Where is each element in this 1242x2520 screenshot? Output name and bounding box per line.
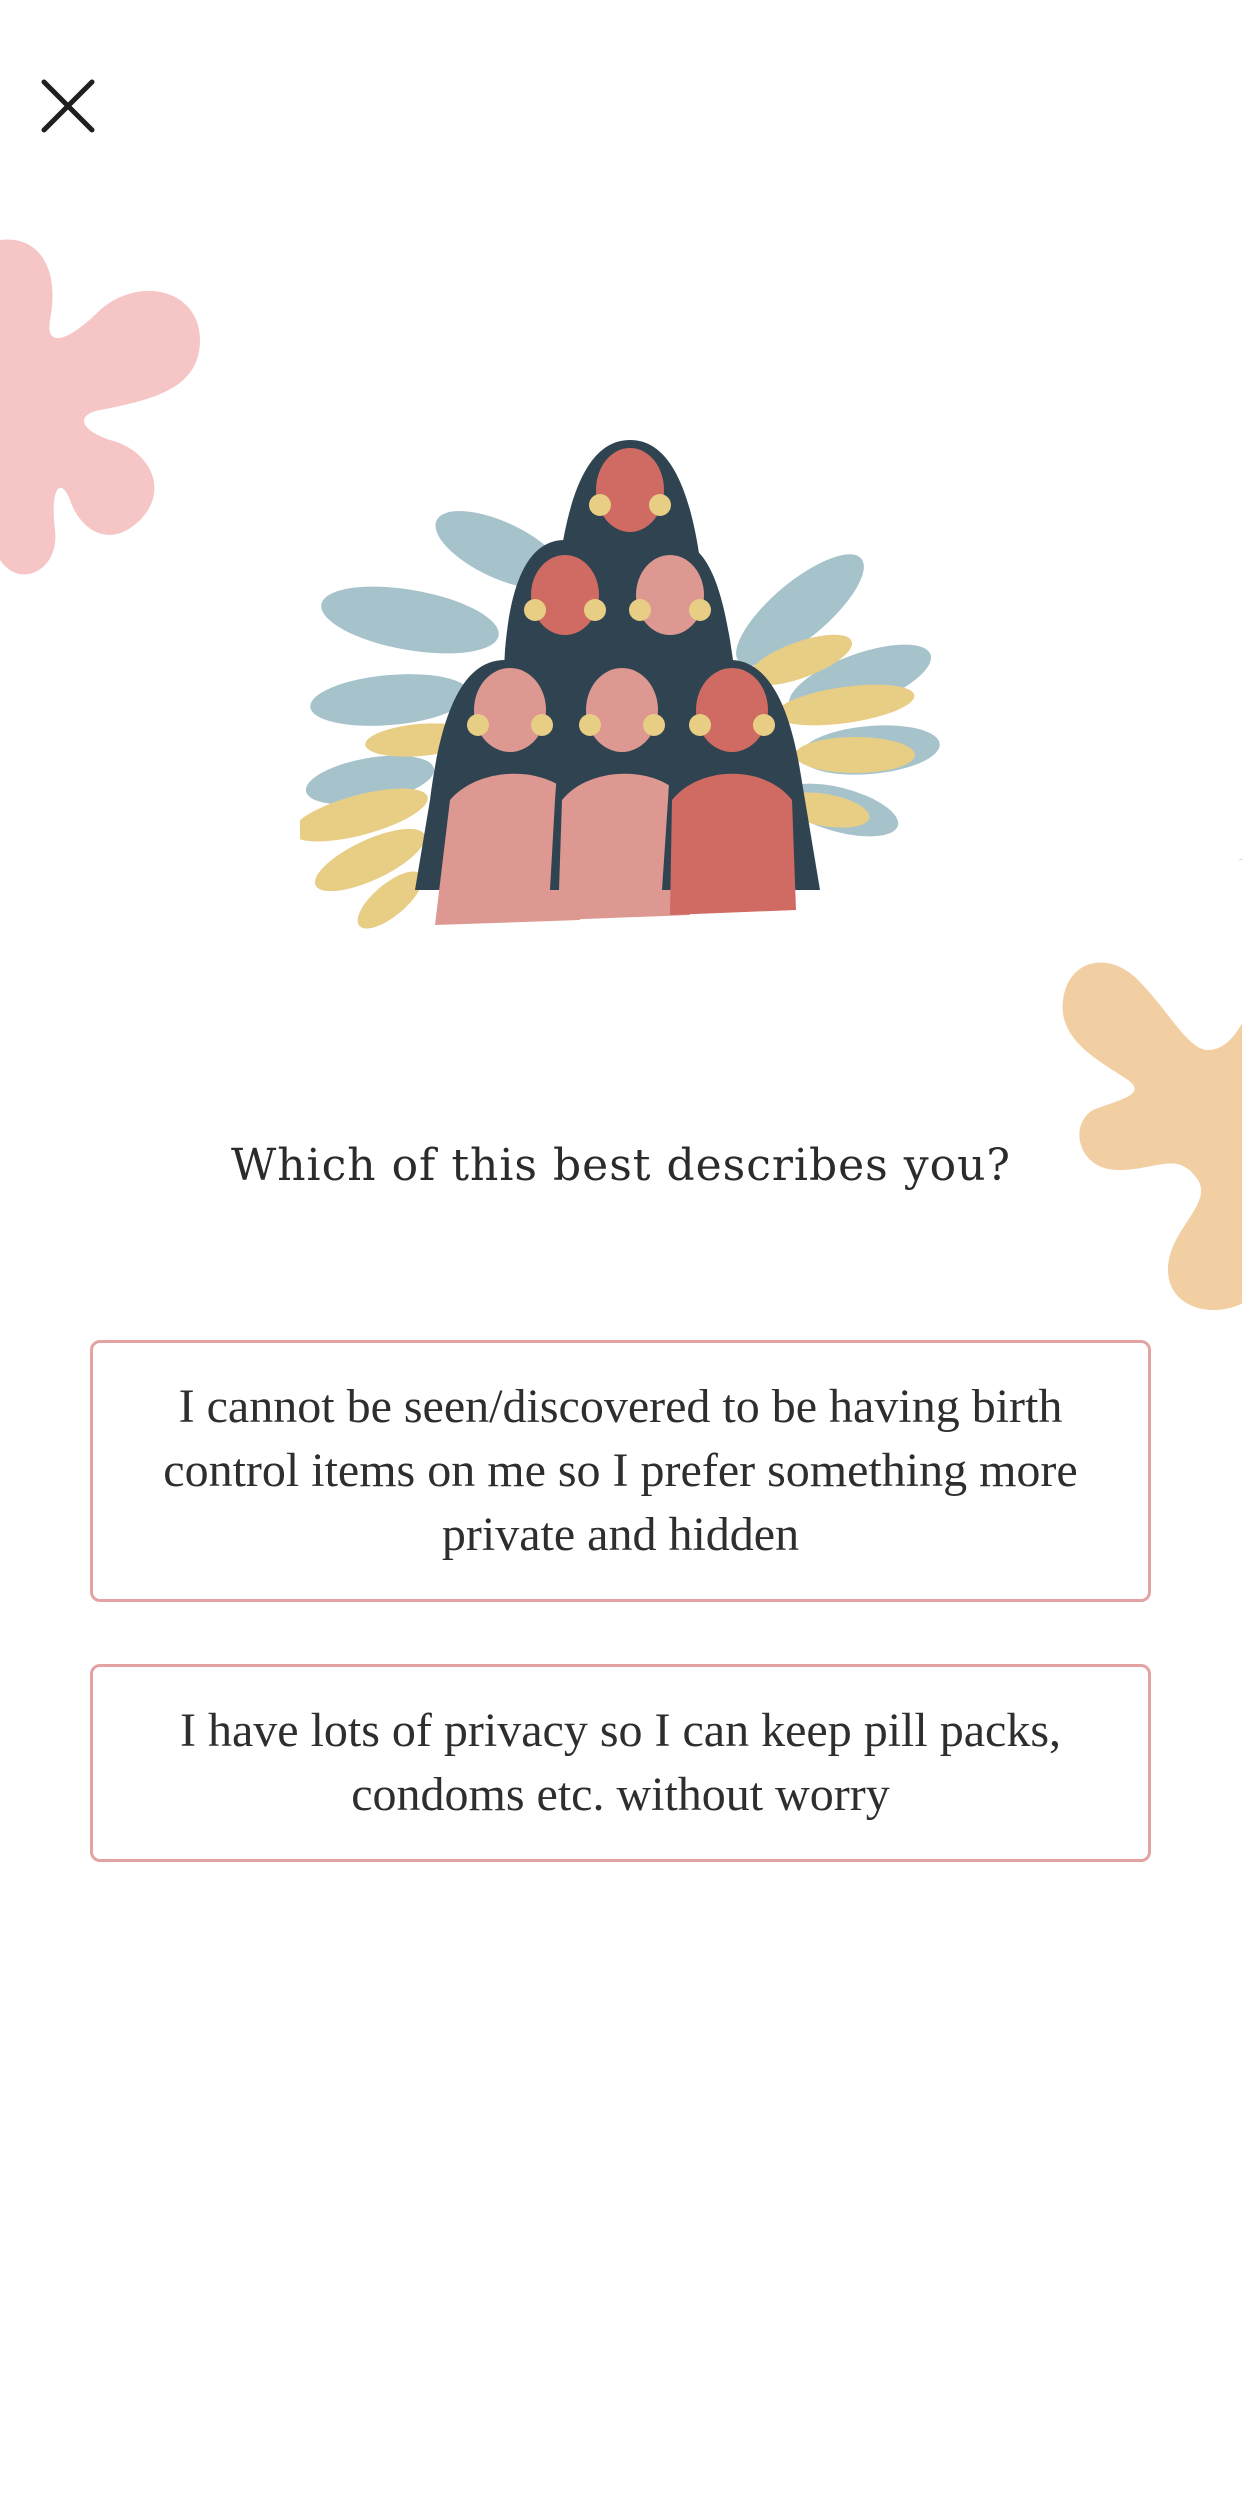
close-button[interactable] [40,78,96,134]
option-label: I cannot be seen/discovered to be having… [163,1380,1078,1561]
option-private-hidden[interactable]: I cannot be seen/discovered to be having… [90,1340,1151,1602]
decorative-blob-peach [1062,858,1242,1310]
option-lots-of-privacy[interactable]: I have lots of privacy so I can keep pil… [90,1664,1151,1862]
decorative-blob-pink [0,239,200,575]
close-icon [41,79,95,133]
women-group-illustration [300,440,940,929]
option-label: I have lots of privacy so I can keep pil… [179,1704,1062,1821]
question-title: Which of this best describes you? [230,1140,1012,1191]
